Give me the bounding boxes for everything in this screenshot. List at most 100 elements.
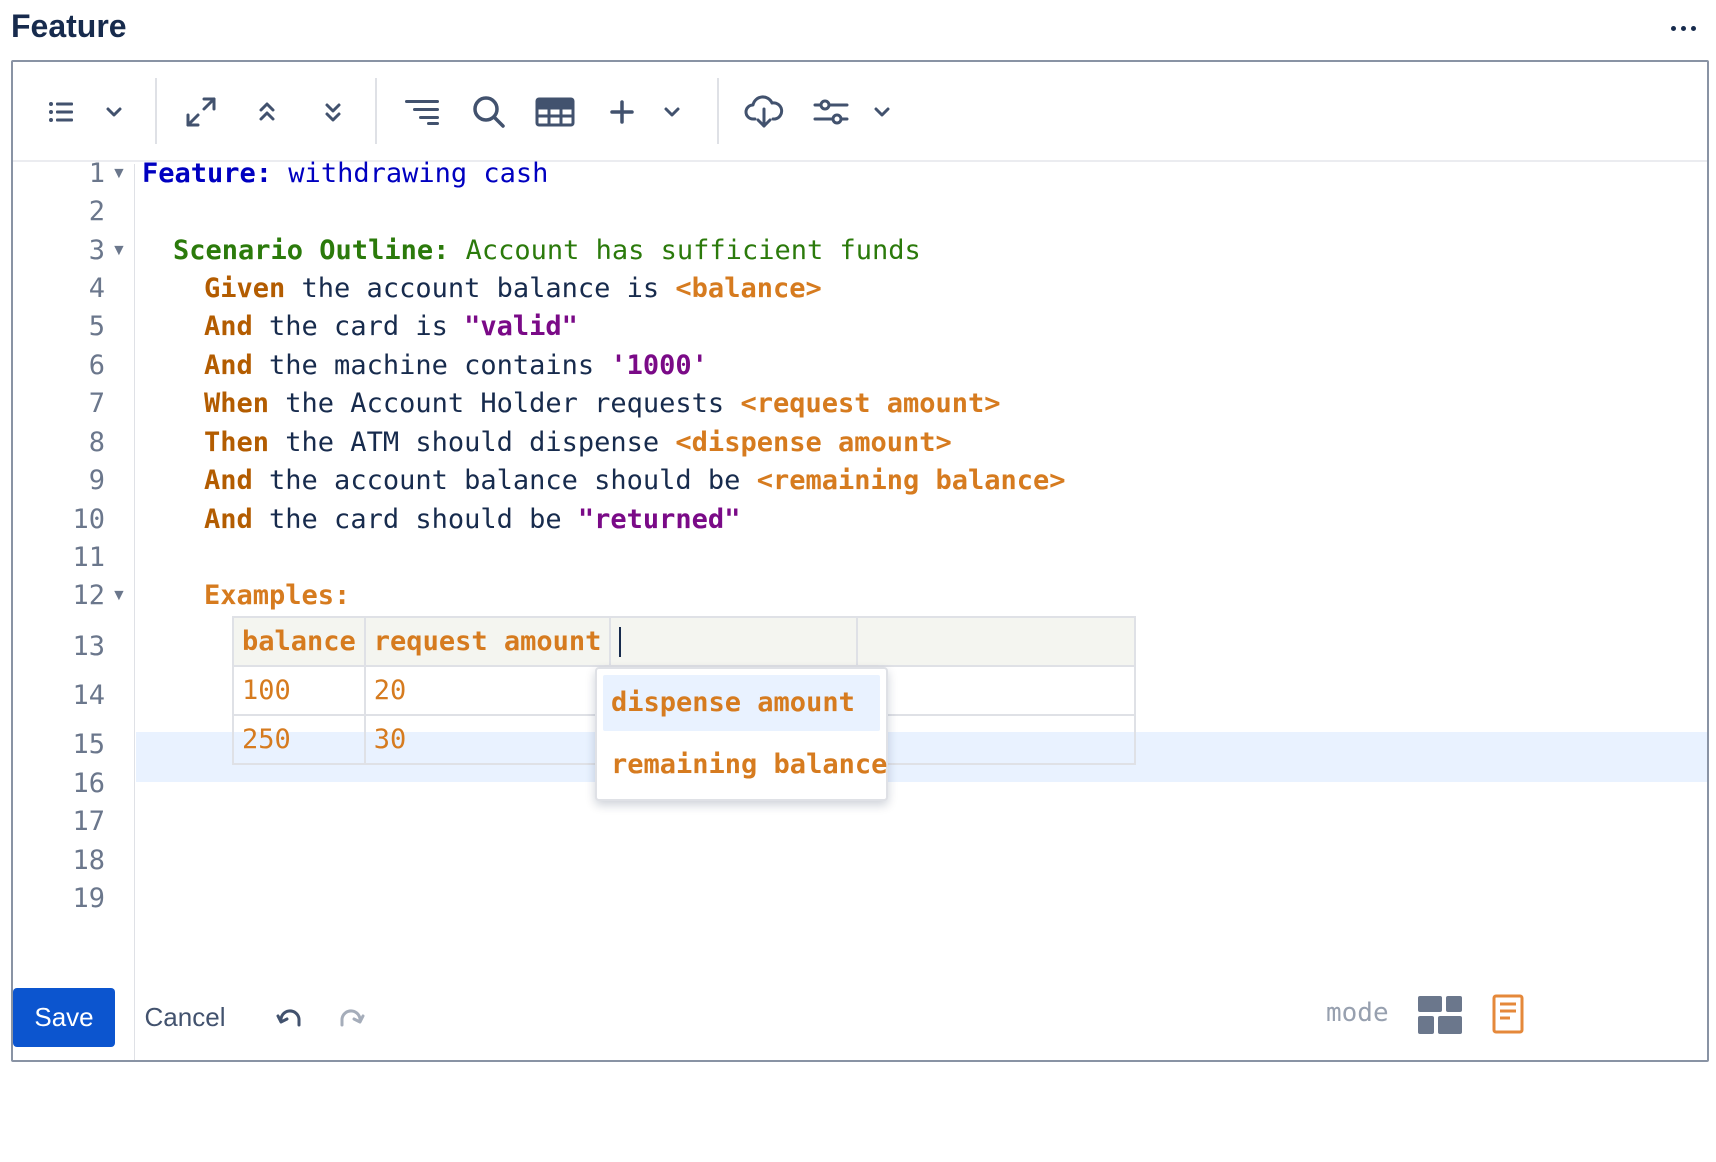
fold-toggle-icon[interactable]: ▼ (111, 231, 129, 271)
document-mode-button[interactable] (1492, 994, 1528, 1038)
line-number: 18 (72, 845, 105, 876)
settings-dropdown-button[interactable] (865, 62, 899, 162)
table-header-cell[interactable]: balance (232, 616, 366, 667)
grid-mode-icon (1418, 996, 1462, 1034)
code-line[interactable]: And the machine contains '1000' (204, 346, 708, 386)
line-number: 3 (88, 235, 105, 266)
download-button[interactable] (741, 62, 787, 162)
list-button[interactable] (41, 62, 81, 162)
add-button[interactable] (603, 62, 641, 162)
page-title: Feature (11, 8, 127, 44)
grid-mode-button[interactable] (1418, 996, 1462, 1036)
line-number: 15 (72, 729, 105, 760)
indent-button[interactable] (401, 62, 445, 162)
step-text: the machine contains (252, 350, 611, 381)
code-line[interactable]: And the account balance should be <remai… (204, 461, 1066, 501)
step-keyword: And (204, 504, 253, 535)
line-number-gutter: 1 ▼ 2 3 ▼ 4 5 6 7 8 9 10 11 12 ▼ 13 14 1… (13, 158, 135, 1060)
mode-label: mode (1326, 998, 1389, 1028)
line-number: 14 (72, 680, 105, 711)
autocomplete-option-dispense-amount[interactable]: dispense amount (603, 675, 880, 731)
scenario-keyword: Scenario Outline: (173, 235, 450, 266)
autocomplete-popup: dispense amount remaining balance (595, 667, 888, 801)
list-icon (49, 102, 73, 122)
line-number: 5 (88, 311, 105, 342)
chevron-down-icon (874, 107, 890, 117)
line-number: 16 (72, 768, 105, 799)
code-line[interactable]: Examples: (204, 576, 350, 616)
table-header-cell[interactable] (856, 616, 1137, 667)
step-text: the ATM should dispense (269, 427, 676, 458)
code-line[interactable]: When the Account Holder requests <reques… (204, 384, 1001, 424)
step-parameter: <request amount> (740, 388, 1001, 419)
toolbar-divider (717, 78, 719, 144)
step-keyword: And (204, 311, 253, 342)
line-number: 9 (88, 465, 105, 496)
line-number: 12 (72, 580, 105, 611)
code-line[interactable]: Then the ATM should dispense <dispense a… (204, 423, 952, 463)
fold-toggle-icon[interactable]: ▼ (111, 154, 129, 194)
chevron-down-icon (106, 107, 122, 117)
settings-button[interactable] (809, 62, 853, 162)
table-cell[interactable] (856, 714, 1137, 765)
autocomplete-option-remaining-balance[interactable]: remaining balance (603, 737, 887, 793)
insert-table-button[interactable] (531, 62, 579, 162)
code-line[interactable]: Feature: withdrawing cash (142, 154, 548, 194)
search-button[interactable] (467, 62, 511, 162)
step-parameter: <remaining balance> (756, 465, 1066, 496)
code-line[interactable]: And the card should be "returned" (204, 500, 740, 540)
redo-button[interactable] (331, 996, 371, 1040)
fold-down-button[interactable] (315, 62, 351, 162)
table-cell[interactable]: 30 (363, 714, 612, 765)
expand-icon (186, 97, 216, 127)
settings-sliders-icon (813, 99, 849, 125)
step-keyword: Then (204, 427, 270, 458)
line-number: 8 (88, 427, 105, 458)
plus-icon (610, 100, 634, 124)
toolbar-divider (375, 78, 377, 144)
collapse-up-icon (259, 102, 275, 121)
list-dropdown-button[interactable] (97, 62, 131, 162)
code-line[interactable]: Given the account balance is <balance> (204, 269, 822, 309)
fold-up-button[interactable] (249, 62, 285, 162)
code-line[interactable]: And the card is "valid" (204, 307, 578, 347)
toolbar-divider (155, 78, 157, 144)
step-keyword: Given (204, 273, 286, 304)
gherkin-editor: 1 ▼ 2 3 ▼ 4 5 6 7 8 9 10 11 12 ▼ 13 14 1… (11, 60, 1709, 1062)
line-number: 6 (88, 350, 105, 381)
expand-button[interactable] (181, 62, 221, 162)
redo-icon (340, 1009, 365, 1027)
line-number: 4 (88, 273, 105, 304)
document-mode-icon (1492, 994, 1524, 1034)
feature-name: withdrawing cash (272, 158, 549, 189)
line-number: 17 (72, 806, 105, 837)
indent-icon (405, 100, 439, 125)
table-cell[interactable]: 250 (232, 714, 366, 765)
table-header-cell-active[interactable] (609, 616, 859, 667)
step-text: the Account Holder requests (269, 388, 741, 419)
scenario-name: Account has sufficient funds (449, 235, 921, 266)
feature-keyword: Feature: (142, 158, 273, 189)
table-cell[interactable] (856, 665, 1137, 716)
more-options-button[interactable] (1660, 10, 1706, 46)
chevron-down-icon (664, 107, 680, 117)
step-text: the account balance should be (252, 465, 757, 496)
table-header-cell[interactable]: request amount (363, 616, 612, 667)
undo-button[interactable] (270, 996, 310, 1040)
table-cell[interactable]: 100 (232, 665, 366, 716)
code-line[interactable]: Scenario Outline: Account has sufficient… (173, 231, 921, 271)
fold-toggle-icon[interactable]: ▼ (111, 576, 129, 616)
cancel-button[interactable]: Cancel (128, 988, 242, 1047)
step-string: "valid" (464, 311, 578, 342)
step-keyword: And (204, 350, 253, 381)
save-button[interactable]: Save (13, 988, 115, 1047)
code-area[interactable]: Feature: withdrawing cash Scenario Outli… (136, 158, 1707, 1060)
editor-toolbar (13, 62, 1707, 162)
step-parameter: <balance> (675, 273, 822, 304)
line-number: 1 (88, 158, 105, 189)
step-parameter: <dispense amount> (675, 427, 952, 458)
table-cell[interactable]: 20 (363, 665, 612, 716)
step-text: the account balance is (285, 273, 676, 304)
text-cursor (619, 627, 622, 658)
add-dropdown-button[interactable] (655, 62, 689, 162)
